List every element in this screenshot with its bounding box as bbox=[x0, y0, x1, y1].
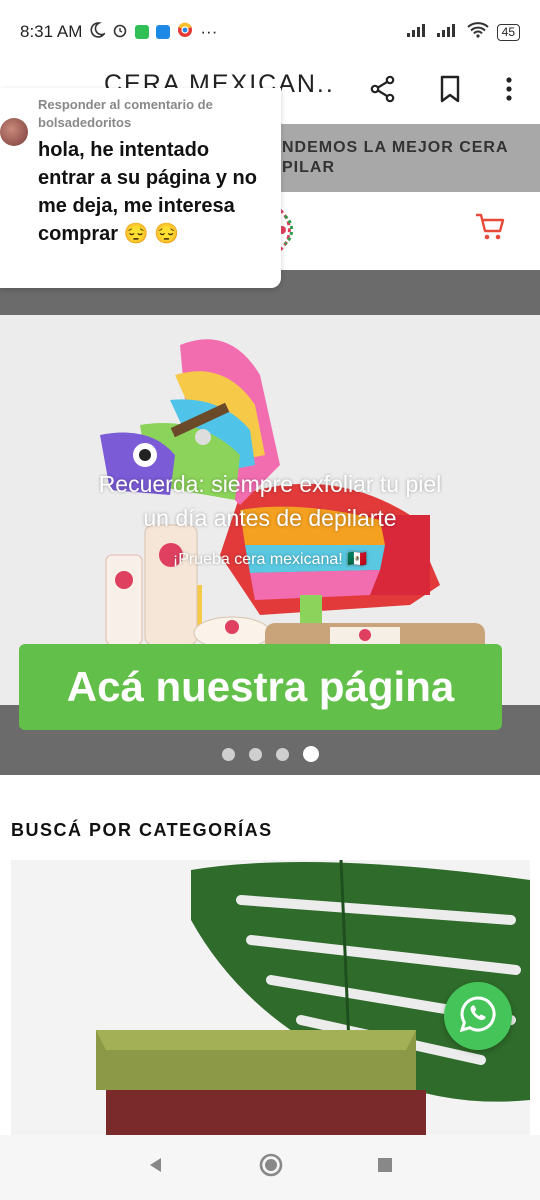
hero-caption-line-2: un día antes de depilarte bbox=[143, 505, 397, 531]
whatsapp-button[interactable] bbox=[444, 982, 512, 1050]
alarm-icon bbox=[112, 22, 128, 43]
carousel-dot[interactable] bbox=[222, 747, 235, 761]
more-notifications: ··· bbox=[200, 22, 218, 41]
more-vert-icon[interactable] bbox=[494, 74, 524, 104]
carousel-dot-active[interactable] bbox=[303, 746, 319, 762]
app-notif-icon bbox=[156, 25, 171, 39]
comment-reply-card[interactable]: Responder al comentario de bolsadedorito… bbox=[0, 88, 281, 288]
banner-line-1: NDEMOS LA MEJOR CERA bbox=[282, 139, 509, 156]
categories-title: BUSCÁ POR CATEGORÍAS bbox=[11, 820, 273, 840]
moon-icon bbox=[89, 21, 107, 43]
hero-caption-line-1: Recuerda: siempre exfoliar tu piel bbox=[98, 471, 442, 497]
bookmark-icon[interactable] bbox=[435, 74, 465, 104]
carousel-dot[interactable] bbox=[249, 747, 262, 761]
status-time: 8:31 AM bbox=[20, 22, 83, 41]
reply-label: Responder al comentario de bolsadedorito… bbox=[38, 97, 213, 130]
status-bar: 8:31 AM ··· 45 bbox=[0, 0, 540, 64]
home-icon[interactable] bbox=[258, 1152, 284, 1183]
signal-icon bbox=[406, 22, 429, 42]
cart-icon[interactable] bbox=[474, 212, 506, 247]
whatsapp-icon bbox=[458, 994, 498, 1039]
visit-page-button[interactable]: Acá nuestra página bbox=[19, 644, 502, 730]
system-nav-bar bbox=[0, 1135, 540, 1200]
banner-line-2: PILAR bbox=[282, 159, 335, 176]
share-icon[interactable] bbox=[368, 74, 398, 104]
recents-icon[interactable] bbox=[376, 1156, 394, 1179]
carousel-dot[interactable] bbox=[276, 747, 289, 761]
avatar[interactable] bbox=[0, 118, 28, 146]
hero-subcaption: ¡Prueba cera mexicana! 🇲🇽 bbox=[172, 551, 368, 568]
back-icon[interactable] bbox=[146, 1155, 166, 1180]
whatsapp-notif-icon bbox=[135, 25, 150, 39]
signal-icon-2 bbox=[436, 22, 459, 42]
chrome-icon bbox=[177, 22, 193, 43]
hero-caption: Recuerda: siempre exfoliar tu piel un dí… bbox=[0, 467, 540, 535]
wifi-icon bbox=[466, 21, 489, 43]
carousel-dots bbox=[222, 746, 319, 762]
battery-icon: 45 bbox=[496, 23, 520, 41]
comment-text: hola, he intentado entrar a su página y … bbox=[38, 139, 257, 245]
